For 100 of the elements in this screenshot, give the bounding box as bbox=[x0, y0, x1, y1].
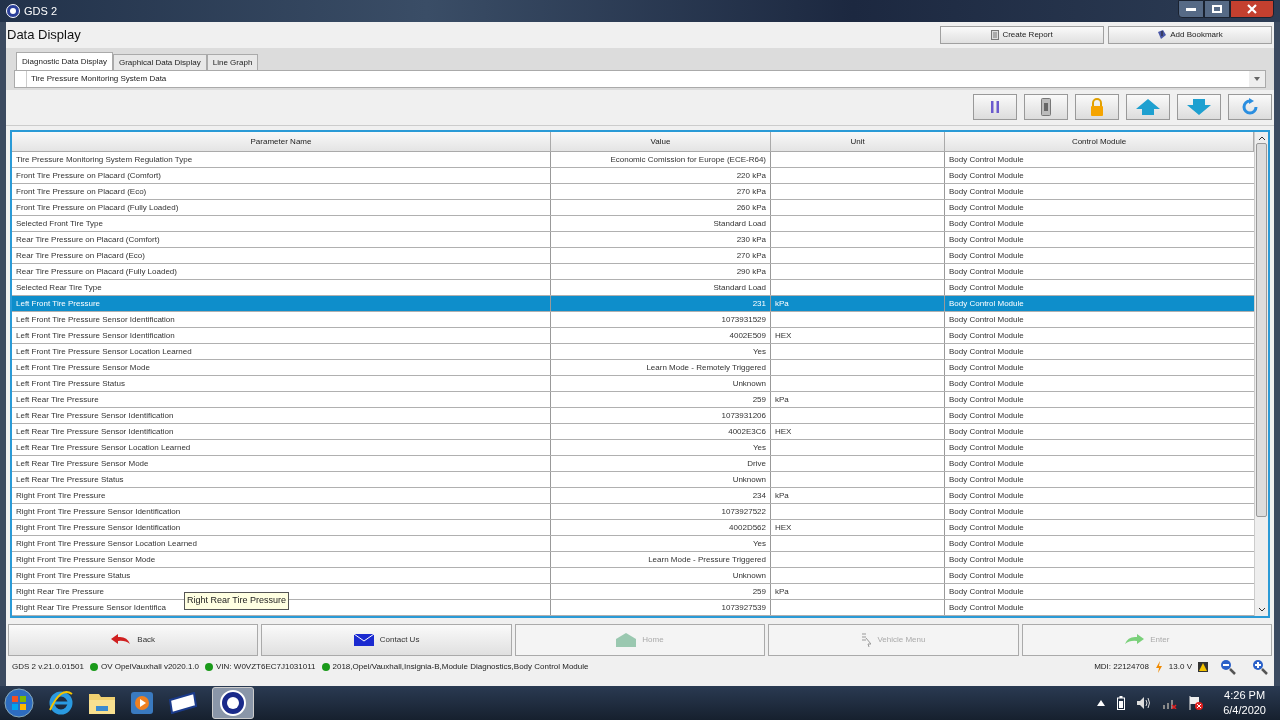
table-cell-text: Body Control Module bbox=[948, 345, 1025, 358]
network-icon[interactable] bbox=[1163, 697, 1178, 709]
table-cell: Unknown bbox=[551, 376, 771, 391]
scroll-thumb[interactable] bbox=[1256, 143, 1267, 517]
window-title: GDS 2 bbox=[24, 3, 57, 19]
table-cell: Right Front Tire Pressure Sensor Identification bbox=[12, 520, 551, 535]
table-row[interactable]: Left Rear Tire Pressure Sensor Identification 4002E3C6 HEX Body Control Module bbox=[12, 424, 1254, 440]
forward-arrow-icon bbox=[1124, 634, 1145, 646]
house-icon bbox=[616, 633, 637, 647]
envelope-icon bbox=[353, 634, 374, 646]
table-row[interactable]: Left Rear Tire Pressure 259 kPa Body Control Module bbox=[12, 392, 1254, 408]
table-row[interactable]: Selected Front Tire Type Standard Load Body Control Module bbox=[12, 216, 1254, 232]
zoom-out-icon[interactable] bbox=[1220, 659, 1236, 675]
zoom-in-icon[interactable] bbox=[1252, 659, 1268, 675]
flag-icon[interactable] bbox=[1189, 696, 1204, 710]
column-header[interactable]: Unit bbox=[771, 132, 945, 151]
column-header[interactable]: Value bbox=[551, 132, 771, 151]
table-cell: 4002E3C6 bbox=[551, 424, 771, 439]
data-list-dropdown[interactable]: Tire Pressure Monitoring System Data bbox=[14, 70, 1266, 88]
scroll-up-button[interactable] bbox=[1126, 94, 1170, 120]
table-cell: HEX bbox=[771, 520, 945, 535]
table-row[interactable]: Right Front Tire Pressure Status Unknown Body Control Module bbox=[12, 568, 1254, 584]
scrollbar[interactable] bbox=[1254, 132, 1268, 616]
table-cell: Left Front Tire Pressure Sensor Mode bbox=[12, 360, 551, 375]
table-row[interactable]: Left Front Tire Pressure Status Unknown Body Control Module bbox=[12, 376, 1254, 392]
app-icon[interactable] bbox=[168, 692, 198, 714]
status-text: 2018,Opel/Vauxhall,Insignia-B,Module Diagnostics,Body Control Module bbox=[332, 661, 589, 673]
active-app-button[interactable] bbox=[212, 687, 254, 719]
table-row[interactable]: Right Front Tire Pressure Sensor Identification 1073927522 Body Control Module bbox=[12, 504, 1254, 520]
table-cell: Left Front Tire Pressure Sensor Location Learned bbox=[12, 344, 551, 359]
table-cell-text: Body Control Module bbox=[948, 457, 1025, 470]
table-cell: Left Rear Tire Pressure bbox=[12, 392, 551, 407]
media-player-icon[interactable] bbox=[130, 691, 154, 715]
tab[interactable]: Graphical Data Display bbox=[112, 54, 207, 70]
table-cell: 270 kPa bbox=[551, 184, 771, 199]
pause-icon bbox=[990, 101, 1000, 113]
menu-pointer-icon bbox=[861, 633, 872, 647]
tab[interactable]: Line Graph bbox=[206, 54, 259, 70]
table-row[interactable]: Right Front Tire Pressure Sensor Location Learned Yes Body Control Module bbox=[12, 536, 1254, 552]
toggle-switch-button[interactable] bbox=[1024, 94, 1068, 120]
speaker-icon[interactable] bbox=[1137, 697, 1152, 709]
close-button[interactable] bbox=[1230, 0, 1274, 18]
table-row[interactable]: Left Rear Tire Pressure Status Unknown Body Control Module bbox=[12, 472, 1254, 488]
table-cell: kPa bbox=[771, 488, 945, 503]
voltage-label: 13.0 V bbox=[1168, 661, 1192, 673]
table-row[interactable]: Left Front Tire Pressure Sensor Mode Learn Mode - Remotely Triggered Body Control Module bbox=[12, 360, 1254, 376]
table-row[interactable]: Left Front Tire Pressure 231 kPa Body Control Module bbox=[12, 296, 1254, 312]
table-row[interactable]: Selected Rear Tire Type Standard Load Body Control Module bbox=[12, 280, 1254, 296]
table-row[interactable]: Front Tire Pressure on Placard (Fully Loaded) 260 kPa Body Control Module bbox=[12, 200, 1254, 216]
table-cell-text: Body Control Module bbox=[948, 329, 1025, 342]
tab[interactable]: Diagnostic Data Display bbox=[16, 52, 113, 70]
lightning-icon bbox=[1154, 661, 1163, 673]
table-cell: Left Front Tire Pressure bbox=[12, 296, 551, 311]
table-cell: Left Front Tire Pressure Sensor Identification bbox=[12, 312, 551, 327]
add-bookmark-button[interactable]: Add Bookmark bbox=[1108, 26, 1272, 44]
tray-arrow-icon[interactable] bbox=[1097, 700, 1106, 706]
minimize-button[interactable] bbox=[1178, 0, 1204, 18]
table-row[interactable]: Front Tire Pressure on Placard (Eco) 270 kPa Body Control Module bbox=[12, 184, 1254, 200]
table-row[interactable]: Tire Pressure Monitoring System Regulation Type Economic Comission for Europe (ECE-R64) Body Control Module bbox=[12, 152, 1254, 168]
table-cell: Selected Front Tire Type bbox=[12, 216, 551, 231]
table-row[interactable]: Left Front Tire Pressure Sensor Identification 1073931529 Body Control Module bbox=[12, 312, 1254, 328]
table-row[interactable]: Right Front Tire Pressure Sensor Identification 4002D562 HEX Body Control Module bbox=[12, 520, 1254, 536]
table-row[interactable]: Right Front Tire Pressure Sensor Mode Learn Mode - Pressure Triggered Body Control Module bbox=[12, 552, 1254, 568]
table-row[interactable]: Left Front Tire Pressure Sensor Identification 4002E509 HEX Body Control Module bbox=[12, 328, 1254, 344]
scroll-down-button[interactable] bbox=[1177, 94, 1221, 120]
folder-icon[interactable] bbox=[88, 691, 116, 715]
start-button[interactable] bbox=[4, 688, 34, 718]
table-cell: kPa bbox=[771, 392, 945, 407]
table-row[interactable]: Left Rear Tire Pressure Sensor Identification 1073931206 Body Control Module bbox=[12, 408, 1254, 424]
table-cell: Front Tire Pressure on Placard (Eco) bbox=[12, 184, 551, 199]
table-cell: Right Front Tire Pressure bbox=[12, 488, 551, 503]
create-report-button[interactable]: Create Report bbox=[940, 26, 1104, 44]
table-cell: HEX bbox=[771, 328, 945, 343]
pause-button[interactable] bbox=[973, 94, 1017, 120]
table-cell: 290 kPa bbox=[551, 264, 771, 279]
table-cell: Left Front Tire Pressure Sensor Identification bbox=[12, 328, 551, 343]
table-row[interactable]: Front Tire Pressure on Placard (Comfort) 220 kPa Body Control Module bbox=[12, 168, 1254, 184]
table-cell-text: Body Control Module bbox=[948, 249, 1025, 262]
scroll-up-icon bbox=[1257, 135, 1266, 141]
column-header[interactable]: Parameter Name bbox=[12, 132, 551, 151]
report-icon bbox=[991, 30, 1000, 40]
table-row[interactable]: Left Front Tire Pressure Sensor Location Learned Yes Body Control Module bbox=[12, 344, 1254, 360]
battery-icon[interactable] bbox=[1117, 696, 1126, 710]
table-row[interactable]: Right Front Tire Pressure 234 kPa Body Control Module bbox=[12, 488, 1254, 504]
table-cell: Yes bbox=[551, 536, 771, 551]
table-cell: Front Tire Pressure on Placard (Comfort) bbox=[12, 168, 551, 183]
table-row[interactable]: Left Rear Tire Pressure Sensor Mode Drive Body Control Module bbox=[12, 456, 1254, 472]
browser-icon[interactable] bbox=[48, 690, 74, 716]
back-button[interactable]: Back bbox=[8, 624, 259, 656]
table-row[interactable]: Left Rear Tire Pressure Sensor Location Learned Yes Body Control Module bbox=[12, 440, 1254, 456]
table-row[interactable]: Rear Tire Pressure on Placard (Comfort) 230 kPa Body Control Module bbox=[12, 232, 1254, 248]
maximize-button[interactable] bbox=[1204, 0, 1230, 18]
close-icon bbox=[1247, 4, 1257, 14]
refresh-button[interactable] bbox=[1228, 94, 1272, 120]
contact-button[interactable]: Contact Us bbox=[261, 624, 512, 656]
table-cell: 270 kPa bbox=[551, 248, 771, 263]
lock-button[interactable] bbox=[1075, 94, 1119, 120]
table-row[interactable]: Rear Tire Pressure on Placard (Fully Loaded) 290 kPa Body Control Module bbox=[12, 264, 1254, 280]
table-cell-text: Body Control Module bbox=[948, 601, 1025, 614]
table-row[interactable]: Rear Tire Pressure on Placard (Eco) 270 kPa Body Control Module bbox=[12, 248, 1254, 264]
